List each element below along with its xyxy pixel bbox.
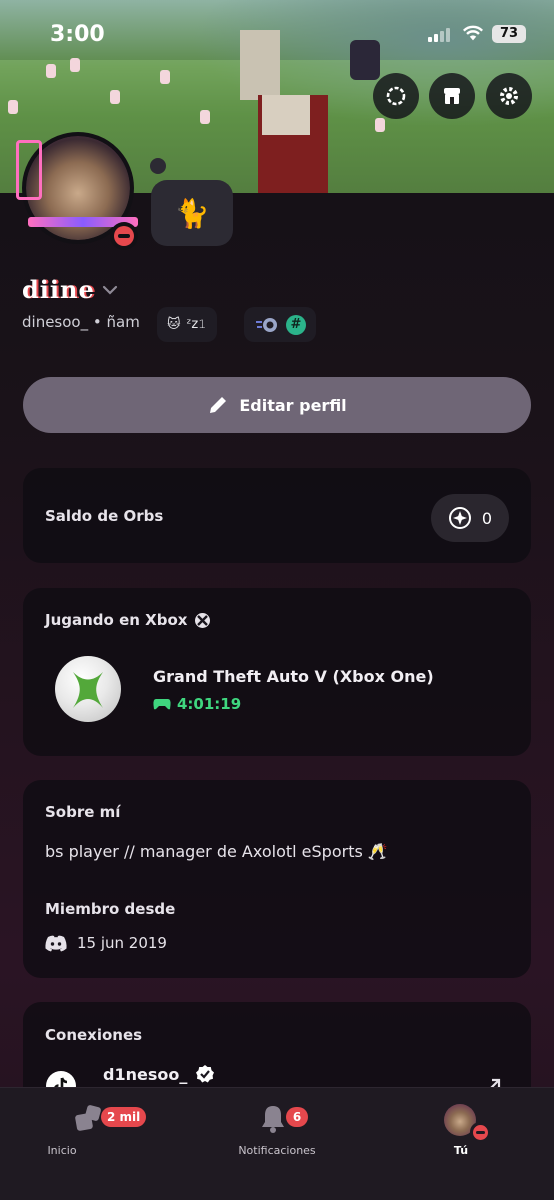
discord-icon — [45, 935, 67, 951]
verified-icon — [196, 1065, 215, 1083]
game-elapsed: 4:01:19 — [153, 695, 241, 713]
hashtag-badge-icon: # — [286, 314, 306, 335]
connection-username: d1nesoo_ — [103, 1064, 188, 1084]
status-bubble[interactable]: 🐈 — [151, 180, 233, 246]
pencil-icon — [210, 397, 227, 413]
avatar[interactable] — [16, 132, 144, 250]
wifi-icon — [462, 25, 484, 41]
display-name[interactable]: diine — [22, 275, 95, 304]
cat-icon: 🐱 — [167, 317, 181, 332]
tab-you[interactable]: Tú — [396, 1102, 526, 1162]
about-card: Sobre mí bs player // manager de Axolotl… — [23, 780, 531, 978]
dnd-status-icon — [110, 222, 138, 250]
badges-chip[interactable]: # — [244, 307, 316, 342]
tab-home-label: Inicio — [47, 1144, 77, 1157]
connections-title: Conexiones — [45, 1026, 143, 1044]
pronouns: ñam — [106, 313, 140, 331]
status-chip[interactable]: 🐱 ᶻz𝟷 — [157, 307, 217, 342]
badge-icon — [386, 86, 406, 106]
activity-title: Jugando en Xbox — [45, 611, 188, 629]
orbs-value: 0 — [481, 508, 493, 528]
game-name: Grand Theft Auto V (Xbox One) — [153, 667, 434, 686]
activity-card[interactable]: Jugando en Xbox Grand Theft Auto V (Xbox… — [23, 588, 531, 756]
shop-icon — [444, 88, 460, 104]
avatar-decoration — [16, 140, 42, 200]
battery-indicator: 73 — [492, 25, 526, 43]
controller-icon — [153, 699, 171, 710]
status-time: 3:00 — [50, 22, 105, 47]
xbox-logo-icon — [55, 656, 121, 722]
speed-badge-icon — [256, 317, 277, 332]
chevron-down-icon[interactable] — [100, 280, 120, 300]
xbox-icon — [195, 612, 211, 628]
nitro-button[interactable] — [373, 73, 419, 119]
shop-button[interactable] — [429, 73, 475, 119]
member-since: 15 jun 2019 — [45, 934, 167, 952]
home-badge: 2 mil — [101, 1107, 147, 1127]
tab-notifications-label: Notificaciones — [238, 1144, 316, 1157]
username-row: dinesoo_ • ñam — [22, 313, 140, 331]
gear-icon — [500, 87, 518, 105]
signal-icon — [428, 28, 454, 42]
orbs-balance-pill[interactable]: 0 — [431, 494, 509, 542]
status-bar: 3:00 73 — [0, 0, 554, 70]
orb-icon — [448, 507, 471, 529]
tab-home[interactable]: 2 mil Inicio — [27, 1102, 157, 1162]
edit-profile-button[interactable]: Editar perfil — [23, 377, 531, 433]
bell-icon — [262, 1106, 284, 1133]
member-since-label: Miembro desde — [45, 900, 176, 918]
cat-icon: 🐈 — [174, 196, 210, 230]
settings-button[interactable] — [486, 73, 532, 119]
about-title: Sobre mí — [45, 803, 121, 821]
username: dinesoo_ — [22, 313, 89, 331]
orbs-title: Saldo de Orbs — [45, 507, 164, 525]
dnd-status-icon — [470, 1122, 490, 1142]
connection-user[interactable]: d1nesoo_ — [103, 1064, 215, 1084]
tab-notifications[interactable]: 6 Notificaciones — [212, 1102, 342, 1162]
orbs-card[interactable]: Saldo de Orbs 0 — [23, 468, 531, 563]
notifications-badge: 6 — [286, 1107, 308, 1127]
tab-you-label: Tú — [453, 1144, 469, 1157]
bio-text: bs player // manager de Axolotl eSports … — [45, 842, 388, 861]
bottom-tab-bar: 2 mil Inicio 6 Notificaciones Tú — [0, 1087, 554, 1200]
